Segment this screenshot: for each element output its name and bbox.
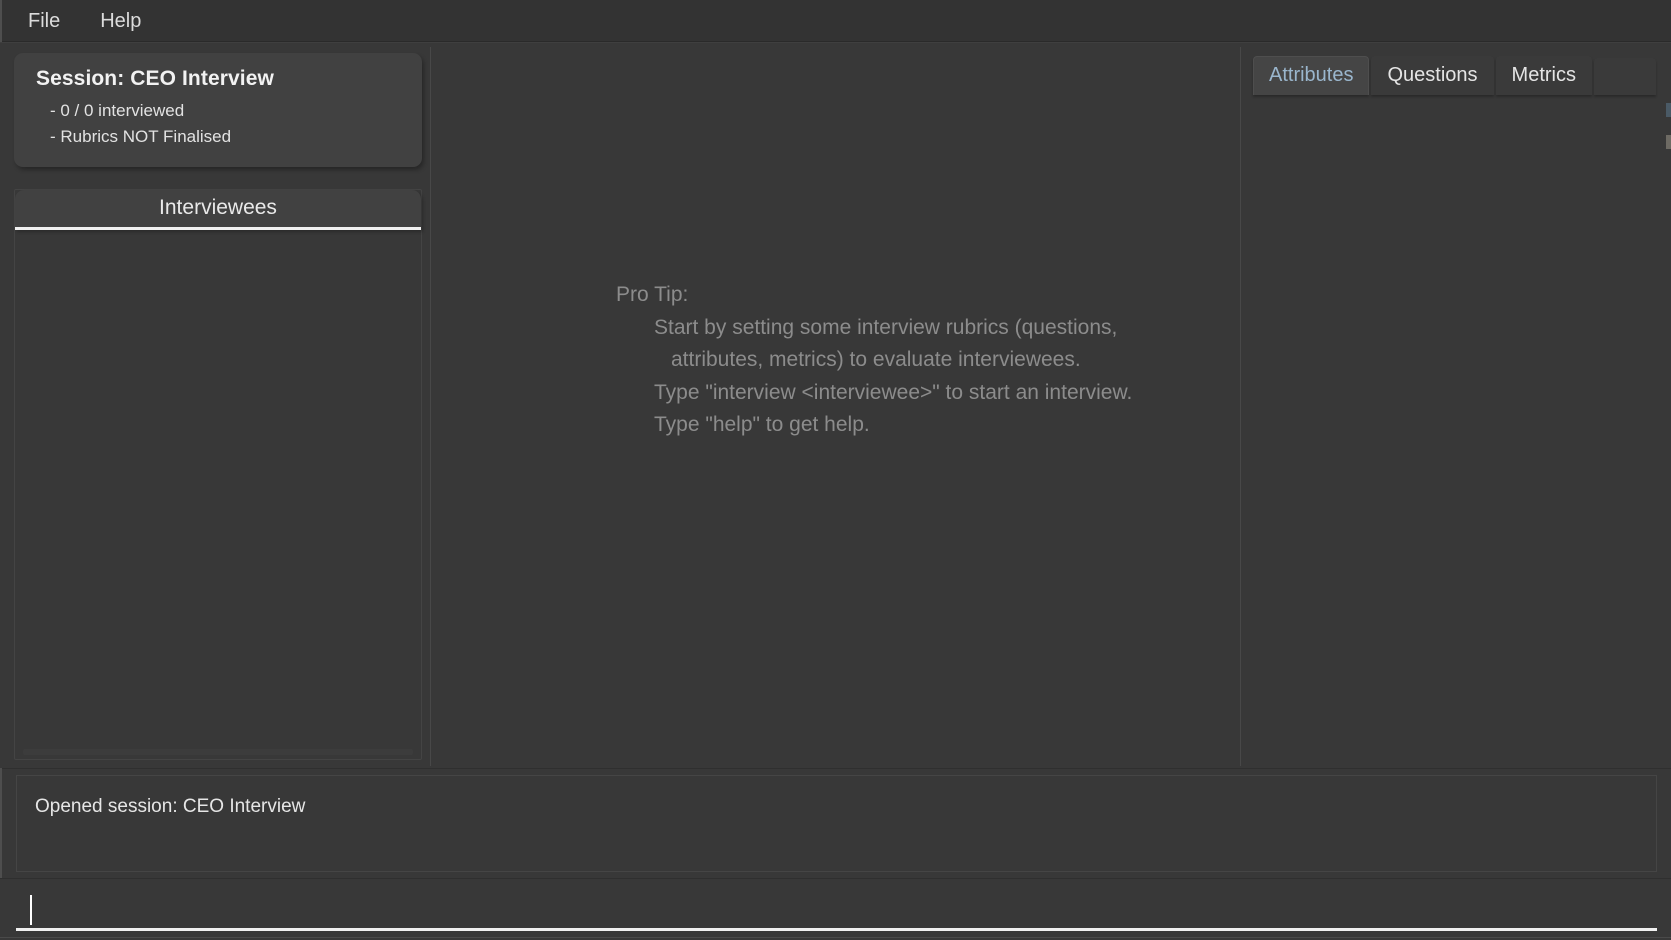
- session-card: Session: CEO Interview - 0 / 0 interview…: [14, 53, 422, 167]
- tab-metrics[interactable]: Metrics: [1495, 56, 1592, 95]
- protip-line-1: Start by setting some interview rubrics …: [654, 315, 1118, 339]
- session-title: Session: CEO Interview: [36, 67, 274, 90]
- interviewees-header: Interviewees: [15, 189, 421, 230]
- protip-line-2: attributes, metrics) to evaluate intervi…: [671, 348, 1081, 372]
- protip-title: Pro Tip:: [616, 283, 689, 306]
- log-panel: Opened session: CEO Interview: [0, 768, 1671, 878]
- log-line: Opened session: CEO Interview: [35, 796, 306, 817]
- menu-help[interactable]: Help: [90, 8, 151, 34]
- protip-line-3: Type "interview <interviewee>" to start …: [654, 380, 1133, 404]
- interviewees-list-footer: [23, 749, 413, 755]
- protip-line-4: Type "help" to get help.: [654, 413, 870, 437]
- app-window: File Help Session: CEO Interview - 0 / 0…: [0, 0, 1671, 940]
- rubrics-tab-content[interactable]: [1253, 95, 1671, 768]
- text-caret: [30, 895, 32, 925]
- menu-bar: File Help: [0, 0, 1671, 42]
- rubrics-panel: Attributes Questions Metrics: [1241, 43, 1671, 768]
- clipped-widget-bottom: [1666, 135, 1671, 149]
- command-input-area: [0, 878, 1671, 940]
- tab-attributes[interactable]: Attributes: [1253, 56, 1370, 95]
- tabbar-filler: [1594, 58, 1656, 95]
- log-box[interactable]: Opened session: CEO Interview: [16, 775, 1657, 872]
- command-input[interactable]: [16, 889, 1657, 931]
- clipped-widget-top: [1666, 103, 1671, 117]
- transcript-area: Pro Tip: Start by setting some interview…: [431, 43, 1240, 768]
- main-body: Session: CEO Interview - 0 / 0 interview…: [0, 42, 1671, 768]
- interviewees-panel: Interviewees: [14, 188, 422, 760]
- tab-questions[interactable]: Questions: [1371, 56, 1494, 95]
- session-rubrics-status: - Rubrics NOT Finalised: [50, 127, 232, 147]
- session-interviewed-count: - 0 / 0 interviewed: [50, 101, 185, 120]
- sidebar: Session: CEO Interview - 0 / 0 interview…: [0, 43, 430, 768]
- menu-file[interactable]: File: [18, 8, 70, 34]
- rubrics-tabbar: Attributes Questions Metrics: [1253, 43, 1671, 95]
- window-bottom-edge: [0, 937, 1671, 938]
- interviewees-list[interactable]: [15, 230, 421, 749]
